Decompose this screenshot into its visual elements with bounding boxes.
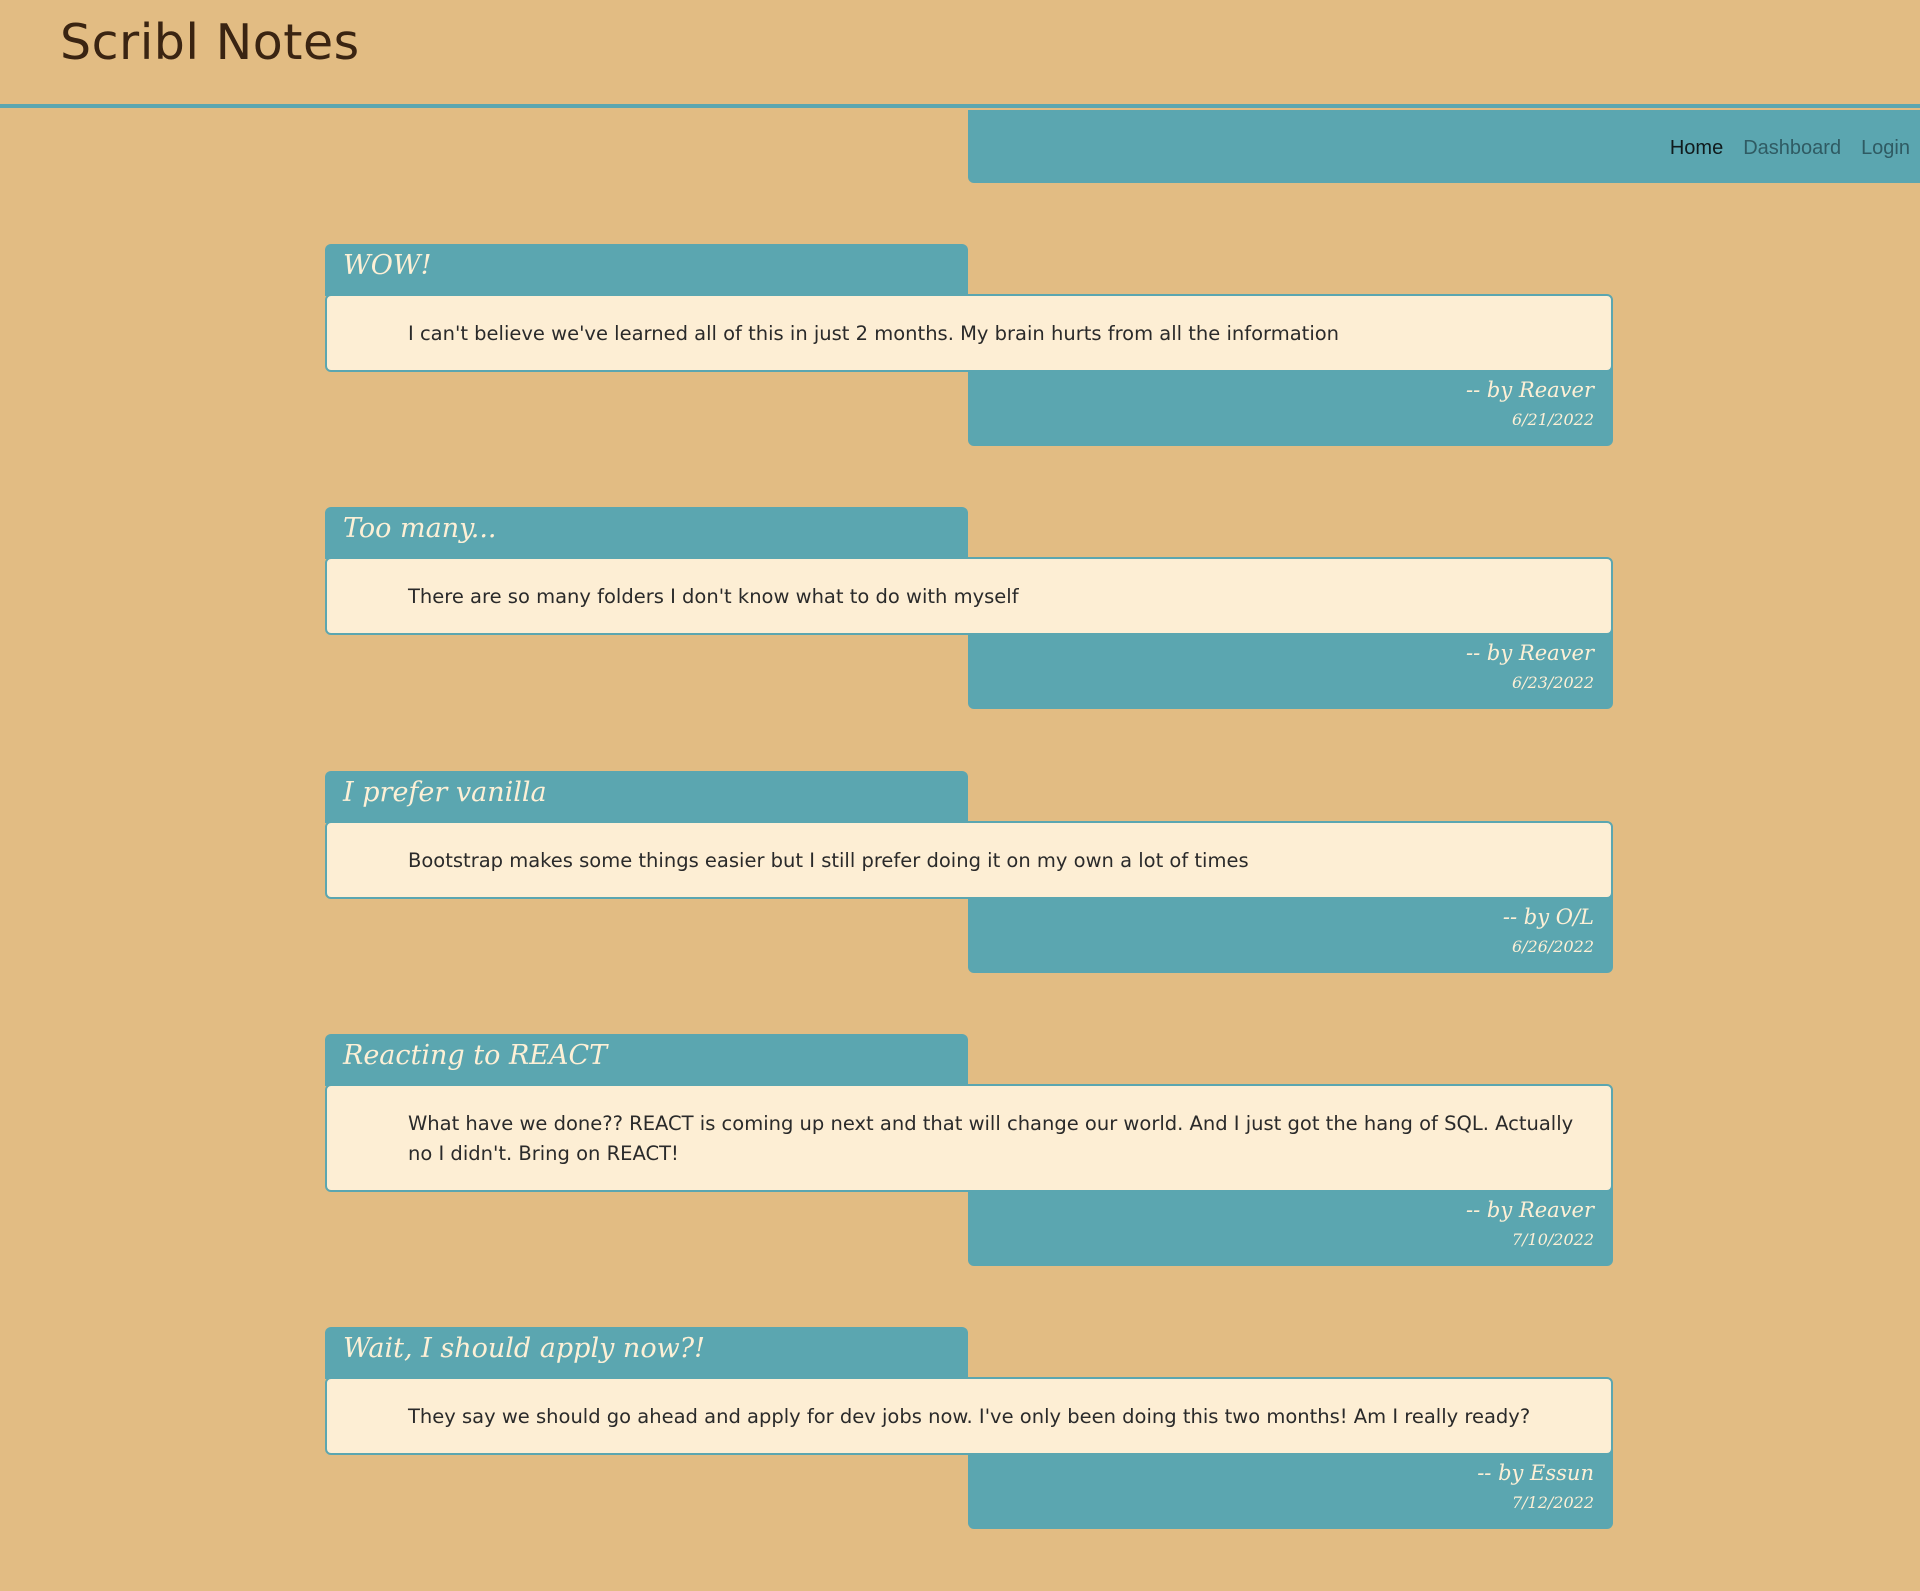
nav-links: Home Dashboard Login <box>1670 137 1910 160</box>
post-title-bar: I prefer vanilla <box>325 771 968 823</box>
post-body: Bootstrap makes some things easier but I… <box>325 821 1613 899</box>
post-title-bar: Too many... <box>325 507 968 559</box>
post-title-bar: Reacting to REACT <box>325 1034 968 1086</box>
post-body: What have we done?? REACT is coming up n… <box>325 1084 1613 1192</box>
post-author: -- by Essun <box>1477 1461 1594 1485</box>
post-author: -- by O/L <box>1502 905 1594 929</box>
post-date: 7/12/2022 <box>1511 1493 1594 1512</box>
post-title: WOW! <box>343 250 432 281</box>
post-date: 6/26/2022 <box>1511 937 1594 956</box>
nav-link-dashboard[interactable]: Dashboard <box>1743 137 1841 160</box>
post-body: I can't believe we've learned all of thi… <box>325 294 1613 372</box>
post-footer: -- by Essun 7/12/2022 <box>968 1449 1613 1529</box>
post-date: 6/21/2022 <box>1511 410 1594 429</box>
post-body: There are so many folders I don't know w… <box>325 557 1613 635</box>
post-title: Reacting to REACT <box>343 1040 608 1071</box>
nav-link-home[interactable]: Home <box>1670 137 1723 160</box>
post-date: 6/23/2022 <box>1511 673 1594 692</box>
post-author: -- by Reaver <box>1466 1198 1594 1222</box>
site-title: Scribl Notes <box>60 14 360 71</box>
nav-link-login[interactable]: Login <box>1861 137 1910 160</box>
post-footer: -- by O/L 6/26/2022 <box>968 893 1613 973</box>
post-title-bar: WOW! <box>325 244 968 296</box>
post-body: They say we should go ahead and apply fo… <box>325 1377 1613 1455</box>
post-title-bar: Wait, I should apply now?! <box>325 1327 968 1379</box>
post-title: I prefer vanilla <box>343 777 547 808</box>
post-title: Wait, I should apply now?! <box>343 1333 706 1364</box>
post-author: -- by Reaver <box>1466 378 1594 402</box>
post-date: 7/10/2022 <box>1511 1230 1594 1249</box>
post-author: -- by Reaver <box>1466 641 1594 665</box>
post-footer: -- by Reaver 6/23/2022 <box>968 629 1613 709</box>
site-header: Scribl Notes <box>0 0 1920 108</box>
post-title: Too many... <box>343 513 497 544</box>
post-footer: -- by Reaver 6/21/2022 <box>968 366 1613 446</box>
post-footer: -- by Reaver 7/10/2022 <box>968 1186 1613 1266</box>
navbar: Home Dashboard Login <box>968 110 1920 183</box>
